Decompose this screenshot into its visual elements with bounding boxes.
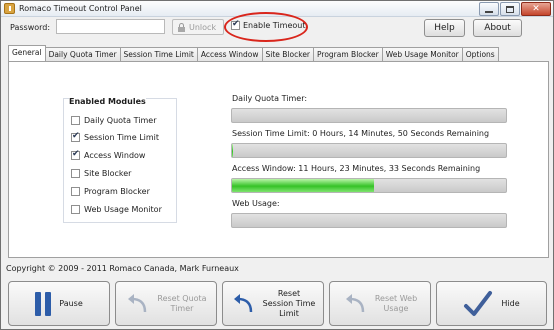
help-button[interactable]: Help (424, 19, 465, 37)
enabled-modules-title: Enabled Modules (69, 97, 146, 106)
reset-session-label-1: Reset (277, 288, 301, 298)
window-title: Romaco Timeout Control Panel (19, 4, 142, 13)
reset-arrow-icon (128, 293, 147, 312)
module-label: Web Usage Monitor (84, 205, 162, 214)
module-label: Program Blocker (84, 187, 150, 196)
module-access-window[interactable]: Access Window (71, 149, 146, 160)
checkbox-unchecked-icon (71, 169, 80, 178)
reset-arrow-icon (345, 293, 365, 312)
hide-label: Hide (501, 298, 520, 308)
enable-timeout-label: Enable Timeout (243, 21, 306, 30)
tab-strip: General Daily Quota Timer Session Time L… (8, 45, 499, 61)
daily-quota-status: Daily Quota Timer: (232, 94, 308, 103)
reset-quota-timer-button[interactable]: Reset Quota Timer (115, 281, 217, 326)
reset-session-label-2: Session Time (262, 298, 316, 308)
module-site-blocker[interactable]: Site Blocker (71, 169, 131, 178)
session-limit-status: Session Time Limit: 0 Hours, 14 Minutes,… (232, 129, 490, 138)
unlock-button[interactable]: Unlock (172, 19, 224, 35)
about-button[interactable]: About (473, 19, 522, 37)
web-usage-status: Web Usage: (232, 199, 280, 208)
tab-web-usage-monitor[interactable]: Web Usage Monitor (381, 47, 463, 61)
access-window-progress (231, 178, 507, 193)
checkmark-icon (464, 290, 493, 316)
enable-timeout-checkbox[interactable]: Enable Timeout (231, 19, 306, 30)
unlock-label: Unlock (189, 22, 217, 32)
daily-quota-progress (231, 108, 507, 123)
checkbox-checked-icon (71, 149, 80, 160)
reset-web-label-1: Reset Web (374, 293, 418, 303)
minimize-icon (485, 10, 493, 13)
module-web-usage-monitor[interactable]: Web Usage Monitor (71, 205, 162, 214)
reset-session-label-3: Limit (279, 308, 299, 318)
checkbox-checked-icon (71, 131, 80, 142)
title-bar: Romaco Timeout Control Panel ✕ (1, 1, 553, 17)
tab-access-window[interactable]: Access Window (196, 47, 263, 61)
session-limit-progress (231, 143, 507, 158)
reset-session-time-limit-button[interactable]: Reset Session Time Limit (222, 281, 324, 326)
pause-label: Pause (59, 298, 83, 308)
module-program-blocker[interactable]: Program Blocker (71, 187, 150, 196)
module-label: Access Window (84, 151, 146, 160)
checkbox-checked-icon (231, 19, 240, 30)
app-icon (4, 3, 15, 14)
module-label: Daily Quota Timer (84, 116, 157, 125)
reset-web-usage-button[interactable]: Reset Web Usage (329, 281, 431, 326)
module-label: Session Time Limit (84, 133, 160, 142)
app-window: Romaco Timeout Control Panel ✕ Password:… (0, 0, 554, 330)
checkbox-unchecked-icon (71, 205, 80, 214)
copyright-text: Copyright © 2009 - 2011 Romaco Canada, M… (6, 264, 239, 273)
maximize-icon (506, 5, 514, 13)
web-usage-progress (231, 213, 507, 228)
checkbox-unchecked-icon (71, 116, 80, 125)
pause-button[interactable]: Pause (8, 281, 110, 326)
module-session-time-limit[interactable]: Session Time Limit (71, 131, 160, 142)
maximize-button[interactable] (500, 2, 520, 16)
close-button[interactable]: ✕ (521, 2, 551, 16)
tab-general[interactable]: General (8, 45, 46, 61)
module-daily-quota-timer[interactable]: Daily Quota Timer (71, 116, 157, 125)
tab-session-time-limit[interactable]: Session Time Limit (119, 47, 198, 61)
tab-site-blocker[interactable]: Site Blocker (261, 47, 315, 61)
reset-quota-label-2: Timer (170, 303, 194, 313)
lock-icon (177, 22, 186, 32)
reset-quota-label-1: Reset Quota (157, 293, 207, 303)
password-label: Password: (10, 23, 51, 32)
reset-arrow-icon (233, 293, 252, 312)
access-window-status: Access Window: 11 Hours, 23 Minutes, 33 … (232, 164, 481, 173)
close-icon: ✕ (532, 3, 540, 14)
checkbox-unchecked-icon (71, 187, 80, 196)
hide-button[interactable]: Hide (436, 281, 547, 326)
pause-icon (35, 291, 52, 316)
tab-program-blocker[interactable]: Program Blocker (313, 47, 383, 61)
reset-web-label-2: Usage (383, 303, 409, 313)
module-label: Site Blocker (84, 169, 132, 178)
password-input[interactable] (56, 19, 165, 34)
tab-options[interactable]: Options (461, 47, 499, 61)
tab-daily-quota-timer[interactable]: Daily Quota Timer (44, 47, 121, 61)
minimize-button[interactable] (479, 2, 499, 16)
